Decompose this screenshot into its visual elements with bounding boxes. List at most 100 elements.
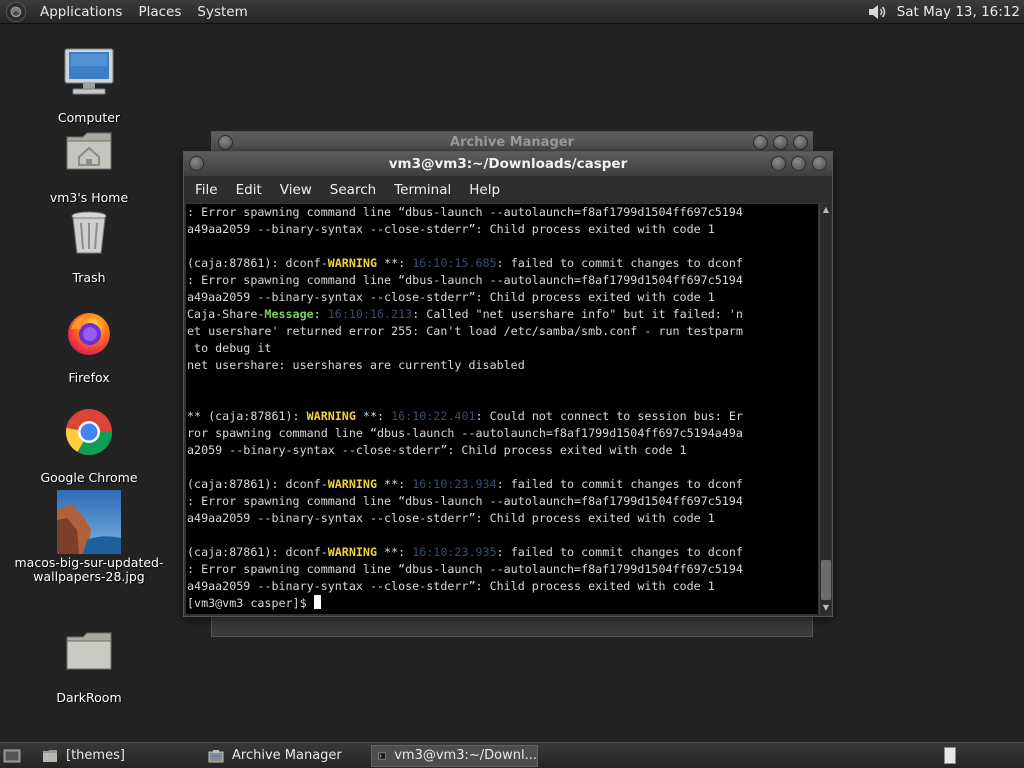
image-thumbnail-icon <box>57 490 121 554</box>
terminal-text: **: <box>377 477 413 491</box>
terminal-text: et usershare' returned error 255: Can't … <box>187 324 743 338</box>
panel-clock[interactable]: Sat May 13, 16:12 <box>897 4 1020 20</box>
terminal-text: : Error spawning command line “dbus-laun… <box>187 273 743 287</box>
system-menu[interactable]: System <box>189 1 255 23</box>
terminal-line: a49aa2059 --binary-syntax --close-stderr… <box>187 578 818 595</box>
folder-icon <box>57 625 121 689</box>
desktop-icon-computer[interactable]: Computer <box>14 45 164 125</box>
terminal-line: ** (caja:87861): WARNING **: 16:10:22.40… <box>187 408 818 425</box>
taskbar-item-themes[interactable]: [themes] <box>36 745 196 767</box>
window-menu-icon[interactable] <box>218 135 233 150</box>
terminal-line: a49aa2059 --binary-syntax --close-stderr… <box>187 289 818 306</box>
terminal-text: a49aa2059 --binary-syntax --close-stderr… <box>187 222 715 236</box>
terminal-text: : Could not connect to session bus: Er <box>475 409 743 423</box>
terminal-text: : failed to commit changes to dconf <box>496 477 743 491</box>
terminal-line: : Error spawning command line “dbus-laun… <box>187 204 818 221</box>
menu-file[interactable]: File <box>186 182 227 198</box>
terminal-text: : <box>313 307 328 321</box>
terminal-line: ror spawning command line “dbus-launch -… <box>187 425 818 442</box>
folder-icon <box>43 750 57 762</box>
warning-text: WARNING <box>306 409 356 423</box>
shell-prompt: [vm3@vm3 casper]$ <box>187 596 314 610</box>
desktop-icon-label: macos-big-sur-updated-wallpapers-28.jpg <box>14 555 164 584</box>
window-menu-icon[interactable] <box>189 156 204 171</box>
warning-text: WARNING <box>327 477 377 491</box>
terminal-output[interactable]: : Error spawning command line “dbus-laun… <box>186 204 818 614</box>
terminal-scrollbar[interactable]: ▲ ▼ <box>819 204 831 614</box>
terminal-line: : Error spawning command line “dbus-laun… <box>187 561 818 578</box>
terminal-text: : Error spawning command line “dbus-laun… <box>187 494 743 508</box>
menu-view[interactable]: View <box>271 182 321 198</box>
terminal-text: a49aa2059 --binary-syntax --close-stderr… <box>187 290 715 304</box>
scroll-up-icon[interactable]: ▲ <box>820 204 832 216</box>
places-menu[interactable]: Places <box>130 1 189 23</box>
terminal-icon <box>378 752 386 760</box>
menu-search[interactable]: Search <box>321 182 385 198</box>
terminal-text: a49aa2059 --binary-syntax --close-stderr… <box>187 579 715 593</box>
desktop-icon-trash[interactable]: Trash <box>14 205 164 285</box>
menu-help[interactable]: Help <box>460 182 509 198</box>
warning-text: WARNING <box>327 256 377 270</box>
mate-menu-logo-icon[interactable] <box>6 1 26 22</box>
terminal-text: **: <box>377 256 413 270</box>
terminal-text: (caja:87861): dconf- <box>187 477 328 491</box>
taskbar-item-label: [themes] <box>66 748 125 763</box>
trash-icon <box>57 205 121 269</box>
terminal-text: : failed to commit changes to dconf <box>496 256 743 270</box>
desktop-icon-label: Firefox <box>68 370 110 385</box>
desktop-icon-firefox[interactable]: Firefox <box>14 305 164 385</box>
terminal-line: to debug it <box>187 340 818 357</box>
desktop-icon-chrome[interactable]: Google Chrome <box>14 405 164 485</box>
taskbar-item-label: Archive Manager <box>232 748 342 763</box>
desktop-icon-label: Google Chrome <box>40 470 138 485</box>
terminal-text: a49aa2059 --binary-syntax --close-stderr… <box>187 511 715 525</box>
minimize-icon[interactable] <box>771 156 786 171</box>
volume-icon[interactable] <box>865 2 889 22</box>
terminal-line: et usershare' returned error 255: Can't … <box>187 323 818 340</box>
show-desktop-icon[interactable] <box>3 748 21 764</box>
terminal-text: to debug it <box>187 341 272 355</box>
computer-icon <box>57 45 121 109</box>
close-icon[interactable] <box>812 156 827 171</box>
terminal-text: net usershare: usershares are currently … <box>187 358 525 372</box>
terminal-line: a49aa2059 --binary-syntax --close-stderr… <box>187 221 818 238</box>
maximize-icon[interactable] <box>773 135 788 150</box>
warning-text: WARNING <box>327 545 377 559</box>
terminal-text: : Error spawning command line “dbus-laun… <box>187 562 743 576</box>
terminal-text: **: <box>377 545 413 559</box>
desktop-icon-label: vm3's Home <box>49 190 129 205</box>
workspace-switcher[interactable] <box>944 747 956 764</box>
menu-edit[interactable]: Edit <box>227 182 271 198</box>
message-text: Message <box>264 307 314 321</box>
taskbar-item-archive-manager[interactable]: Archive Manager <box>202 745 366 767</box>
terminal-prompt-line[interactable]: [vm3@vm3 casper]$ <box>187 595 818 612</box>
window-title: vm3@vm3:~/Downloads/casper <box>388 156 628 172</box>
window-titlebar[interactable]: vm3@vm3:~/Downloads/casper <box>184 152 832 176</box>
terminal-text: a2059 --binary-syntax --close-stderr”: C… <box>187 443 687 457</box>
scrollbar-thumb[interactable] <box>821 560 831 600</box>
desktop-icon-home[interactable]: vm3's Home <box>14 125 164 205</box>
menu-terminal[interactable]: Terminal <box>385 182 460 198</box>
taskbar-item-terminal[interactable]: vm3@vm3:~/Downl... <box>371 745 538 767</box>
scroll-down-icon[interactable]: ▼ <box>820 602 832 614</box>
terminal-line: a2059 --binary-syntax --close-stderr”: C… <box>187 442 818 459</box>
close-icon[interactable] <box>793 135 808 150</box>
desktop-icon-wallpaper-file[interactable]: macos-big-sur-updated-wallpapers-28.jpg <box>14 490 164 584</box>
terminal-line: net usershare: usershares are currently … <box>187 357 818 374</box>
terminal-line: Caja-Share-Message: 16:10:16.213: Called… <box>187 306 818 323</box>
top-panel: Applications Places System Sat May 13, 1… <box>0 0 1024 24</box>
terminal-line: a49aa2059 --binary-syntax --close-stderr… <box>187 510 818 527</box>
taskbar-item-label: vm3@vm3:~/Downl... <box>394 748 537 763</box>
desktop-icon-label: DarkRoom <box>56 690 122 705</box>
minimize-icon[interactable] <box>753 135 768 150</box>
terminal-window[interactable]: vm3@vm3:~/Downloads/casper File Edit Vie… <box>183 151 833 617</box>
applications-menu[interactable]: Applications <box>32 1 130 23</box>
desktop-icon-darkroom[interactable]: DarkRoom <box>14 625 164 705</box>
desktop-icon-label: Computer <box>57 110 121 125</box>
terminal-text: : failed to commit changes to dconf <box>496 545 743 559</box>
terminal-text: : Called "net usershare info" but it fai… <box>412 307 743 321</box>
maximize-icon[interactable] <box>791 156 806 171</box>
